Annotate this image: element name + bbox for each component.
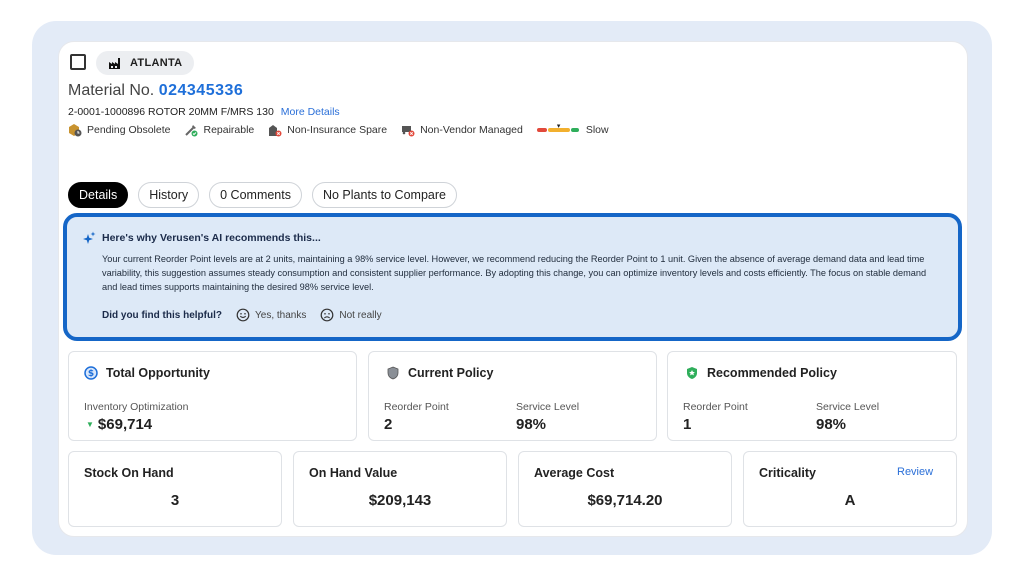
feedback-yes-button[interactable]: Yes, thanks — [236, 308, 306, 322]
tab-comments[interactable]: 0 Comments — [209, 182, 302, 208]
stock-on-hand-label: Stock On Hand — [84, 466, 174, 480]
on-hand-value-label: On Hand Value — [309, 466, 398, 480]
attribute-list: Pending Obsolete Repairable Non-Insuranc… — [68, 123, 623, 137]
recommended-rop-value: 1 — [683, 416, 692, 433]
material-prefix: Material No. — [68, 82, 159, 99]
frown-icon — [320, 308, 334, 322]
material-number: Material No. 024345336 — [68, 82, 243, 100]
material-description: 2-0001-1000896 ROTOR 20MM F/MRS 130 More… — [68, 106, 340, 118]
svg-text:$: $ — [88, 369, 94, 379]
average-cost-label: Average Cost — [534, 466, 615, 480]
current-rop-label: Reorder Point — [384, 401, 449, 413]
recommended-policy-title: Recommended Policy — [685, 366, 837, 380]
velocity-bar-icon: ▾ — [536, 123, 581, 137]
attribute-label: Non-Insurance Spare — [287, 124, 388, 136]
total-opportunity-title: $ Total Opportunity — [84, 366, 210, 380]
location-label: ATLANTA — [130, 57, 183, 69]
feedback-no-label: Not really — [339, 309, 382, 321]
attribute-pending-obsolete: Pending Obsolete — [68, 123, 170, 137]
feedback-yes-label: Yes, thanks — [255, 309, 307, 321]
recommended-policy-label: Recommended Policy — [707, 366, 837, 380]
tab-history[interactable]: History — [138, 182, 200, 208]
on-hand-value-amount: $209,143 — [368, 492, 432, 509]
current-sl-value: 98% — [516, 416, 547, 433]
location-pill: ATLANTA — [96, 51, 194, 75]
tools-icon — [184, 123, 198, 137]
ai-feedback: Did you find this helpful? Yes, thanks N… — [102, 308, 382, 322]
recommended-sl-value: 98% — [816, 416, 847, 433]
shield-icon — [386, 366, 400, 380]
average-cost-value: $69,714.20 — [587, 492, 663, 509]
on-hand-value-card — [293, 451, 507, 527]
box-clock-icon — [68, 123, 82, 137]
description-text: 2-0001-1000896 ROTOR 20MM F/MRS 130 — [68, 106, 274, 118]
current-policy-card — [368, 351, 657, 441]
review-link[interactable]: Review — [897, 466, 933, 478]
average-cost-card — [518, 451, 732, 527]
attribute-label: Repairable — [203, 124, 255, 136]
current-policy-label: Current Policy — [408, 366, 494, 380]
stock-on-hand-card — [68, 451, 282, 527]
ai-title-text: Here's why Verusen's AI recommends this.… — [102, 232, 321, 244]
recommended-rop-label: Reorder Point — [683, 401, 748, 413]
opportunity-amount: $69,714 — [97, 416, 153, 433]
shield-star-icon — [685, 366, 699, 380]
trend-down-icon: ▼ — [86, 420, 94, 429]
attribute-non-vendor-managed: Non-Vendor Managed — [401, 123, 523, 137]
attribute-label: Slow — [585, 124, 609, 136]
criticality-label: Criticality — [759, 466, 816, 480]
attribute-label: Non-Vendor Managed — [420, 124, 523, 136]
material-number-value[interactable]: 024345336 — [159, 82, 244, 99]
attribute-repairable: Repairable — [184, 123, 254, 137]
factory-icon — [108, 56, 122, 70]
inventory-optimization-label: Inventory Optimization — [84, 401, 189, 413]
total-opportunity-label: Total Opportunity — [106, 366, 210, 380]
ai-explanation: Your current Reorder Point levels are at… — [102, 254, 927, 292]
ai-title: Here's why Verusen's AI recommends this.… — [82, 231, 321, 245]
sparkle-icon — [82, 231, 96, 245]
tab-compare-plants[interactable]: No Plants to Compare — [311, 182, 457, 208]
attribute-velocity: ▾ Slow — [536, 123, 609, 137]
current-policy-title: Current Policy — [386, 366, 493, 380]
feedback-question: Did you find this helpful? — [102, 309, 222, 321]
opportunity-value: ▼ $69,714 — [86, 416, 152, 433]
truck-x-icon — [401, 123, 415, 137]
smile-icon — [236, 308, 250, 322]
stock-on-hand-value: 3 — [170, 492, 180, 509]
feedback-no-button[interactable]: Not really — [320, 308, 382, 322]
tab-bar: Details History 0 Comments No Plants to … — [68, 182, 457, 208]
recommended-sl-label: Service Level — [816, 401, 880, 413]
recommended-policy-card — [667, 351, 957, 441]
criticality-value: A — [844, 492, 856, 509]
attribute-label: Pending Obsolete — [87, 124, 171, 136]
building-x-icon — [268, 123, 282, 137]
current-rop-value: 2 — [384, 416, 393, 433]
current-sl-label: Service Level — [516, 401, 580, 413]
tab-details[interactable]: Details — [68, 182, 129, 208]
attribute-non-insurance-spare: Non-Insurance Spare — [268, 123, 387, 137]
criticality-card — [743, 451, 957, 527]
more-details-link[interactable]: More Details — [281, 106, 340, 118]
dollar-circle-icon: $ — [84, 366, 98, 380]
select-checkbox[interactable] — [70, 54, 86, 70]
